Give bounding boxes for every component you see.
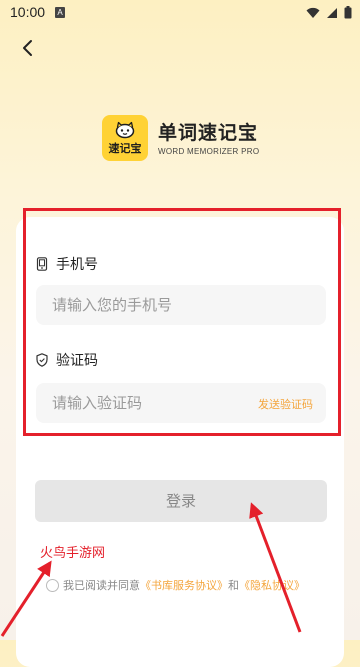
logo-text: 速记宝 <box>108 142 142 155</box>
agreement-row: 我已阅读并同意 《书库服务协议》 和 《隐私协议》 <box>46 577 305 593</box>
login-button[interactable]: 登录 <box>35 480 327 522</box>
battery-icon <box>344 6 352 19</box>
annotation-box <box>23 208 341 436</box>
agreement-conjunction: 和 <box>228 579 239 592</box>
brand-header: 速记宝 单词速记宝 WORD MEMORIZER PRO <box>102 115 262 165</box>
wifi-icon <box>306 7 320 18</box>
service-agreement-link[interactable]: 《书库服务协议》 <box>140 577 228 593</box>
back-button[interactable] <box>14 34 42 62</box>
privacy-agreement-link[interactable]: 《隐私协议》 <box>239 577 305 593</box>
status-bar: 10:00 A <box>0 0 360 26</box>
agree-checkbox[interactable] <box>46 578 59 592</box>
watermark: 火鸟手游网 <box>40 546 106 561</box>
signal-icon <box>327 7 337 18</box>
status-icons <box>306 6 352 19</box>
app-logo: 速记宝 <box>102 115 148 161</box>
status-time: 10:00 <box>10 4 46 20</box>
agreement-prefix: 我已阅读并同意 <box>63 579 140 592</box>
notification-icon: A <box>55 7 65 18</box>
app-subtitle: WORD MEMORIZER PRO <box>158 147 260 156</box>
chevron-left-icon <box>23 40 32 56</box>
app-title: 单词速记宝 <box>158 122 259 144</box>
